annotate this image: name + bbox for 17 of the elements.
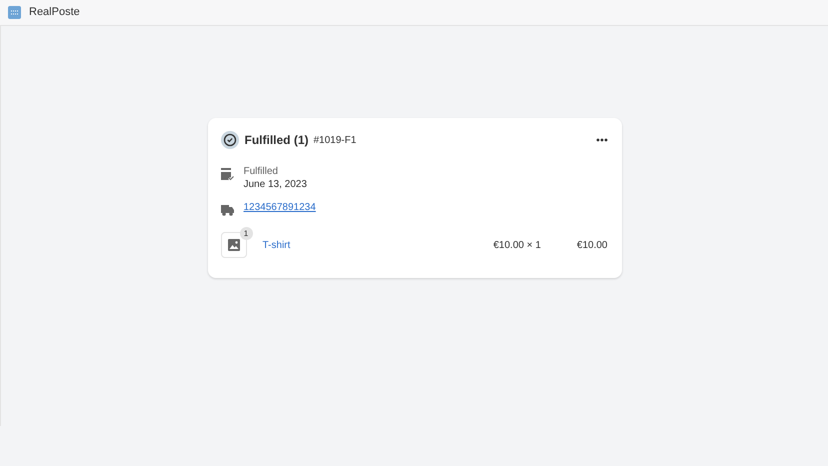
unit-price: €10.00 × 1 <box>493 238 541 252</box>
fulfillment-number: #1019-F1 <box>314 134 356 148</box>
truck-icon <box>220 205 234 216</box>
check-circle-icon <box>220 131 238 149</box>
more-actions-button[interactable] <box>596 138 608 142</box>
calendar-check-icon <box>220 168 234 181</box>
tracking-number-link[interactable]: 1234567891234 <box>244 200 316 216</box>
product-link[interactable]: T-shirt <box>262 238 290 252</box>
date-label: Fulfilled <box>244 165 279 178</box>
status-title: Fulfilled (1) <box>244 132 308 149</box>
image-icon <box>228 239 240 251</box>
more-icon <box>596 138 608 142</box>
fulfilled-date: June 13, 2023 <box>244 178 307 191</box>
app-logo-icon <box>8 6 21 19</box>
quantity-badge: 1 <box>240 227 252 240</box>
app-title: RealPoste <box>29 5 80 20</box>
line-total: €10.00 <box>576 238 608 252</box>
